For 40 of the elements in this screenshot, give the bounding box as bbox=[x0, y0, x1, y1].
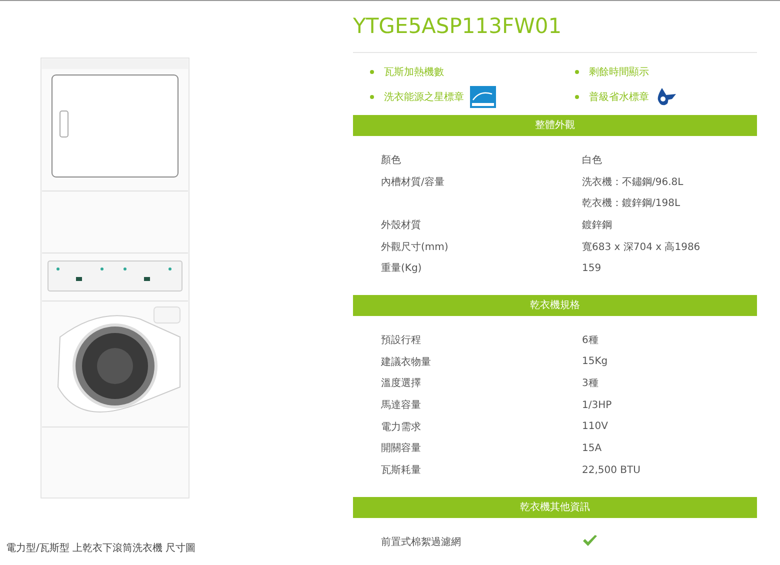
section-header: 乾衣機規格 bbox=[353, 295, 757, 316]
spec-label: 溫度選擇 bbox=[381, 378, 421, 390]
spec-label: 重量(Kg) bbox=[381, 263, 422, 274]
spec-label: 瓦斯耗量 bbox=[381, 465, 421, 476]
bullet-icon bbox=[575, 70, 579, 74]
spec-value: 3種 bbox=[582, 378, 598, 390]
spec-value: 15A bbox=[582, 442, 602, 454]
spec-label: 預設行程 bbox=[381, 334, 421, 346]
spec-value: 乾衣機：鍍鋅鋼/198L bbox=[582, 198, 680, 210]
spec-value: 110V bbox=[582, 421, 608, 432]
spec-label: 內槽材質/容量 bbox=[381, 176, 444, 188]
spec-label: 建議衣物量 bbox=[381, 356, 431, 368]
model-title: YTGE5ASP113FW01 bbox=[353, 14, 563, 40]
spec-value: 鍍鋅鋼 bbox=[582, 220, 612, 231]
spec-label: 前置式棉絮過濾網 bbox=[381, 536, 461, 548]
feature-label: 洗衣能源之星標章 bbox=[384, 90, 464, 104]
feature-label: 剩餘時間顯示 bbox=[589, 66, 649, 78]
spec-label: 外觀尺寸(mm) bbox=[381, 242, 448, 253]
feature-label: 瓦斯加熱機數 bbox=[384, 66, 444, 78]
spec-value: 1/3HP bbox=[582, 400, 612, 411]
bullet-icon bbox=[575, 94, 579, 98]
feature-label: 普級省水標章 bbox=[589, 90, 649, 104]
spec-value: 15Kg bbox=[582, 356, 608, 368]
water-drop-icon bbox=[655, 86, 677, 108]
spec-value: 洗衣機：不鏽鋼/96.8L bbox=[582, 176, 684, 188]
spec-value: 6種 bbox=[582, 334, 598, 346]
spec-value: 白色 bbox=[582, 154, 602, 166]
bullet-icon bbox=[370, 70, 374, 74]
image-caption: 電力型/瓦斯型 上乾衣下滾筒洗衣機 尺寸圖 bbox=[6, 542, 197, 555]
spec-label: 電力需求 bbox=[381, 422, 421, 433]
spec-value: 22,500 BTU bbox=[582, 464, 640, 476]
spec-label: 顏色 bbox=[381, 154, 401, 166]
bullet-icon bbox=[370, 94, 374, 98]
spec-label: 外殼材質 bbox=[381, 220, 421, 231]
spec-label: 馬達容量 bbox=[381, 400, 421, 412]
section-header: 整體外觀 bbox=[353, 115, 757, 136]
spec-label: 開關容量 bbox=[381, 443, 421, 454]
spec-value: 寬683 x 深704 x 高1986 bbox=[582, 242, 700, 253]
spec-value: 159 bbox=[582, 262, 602, 274]
section-header: 乾衣機其他資訊 bbox=[353, 496, 757, 518]
